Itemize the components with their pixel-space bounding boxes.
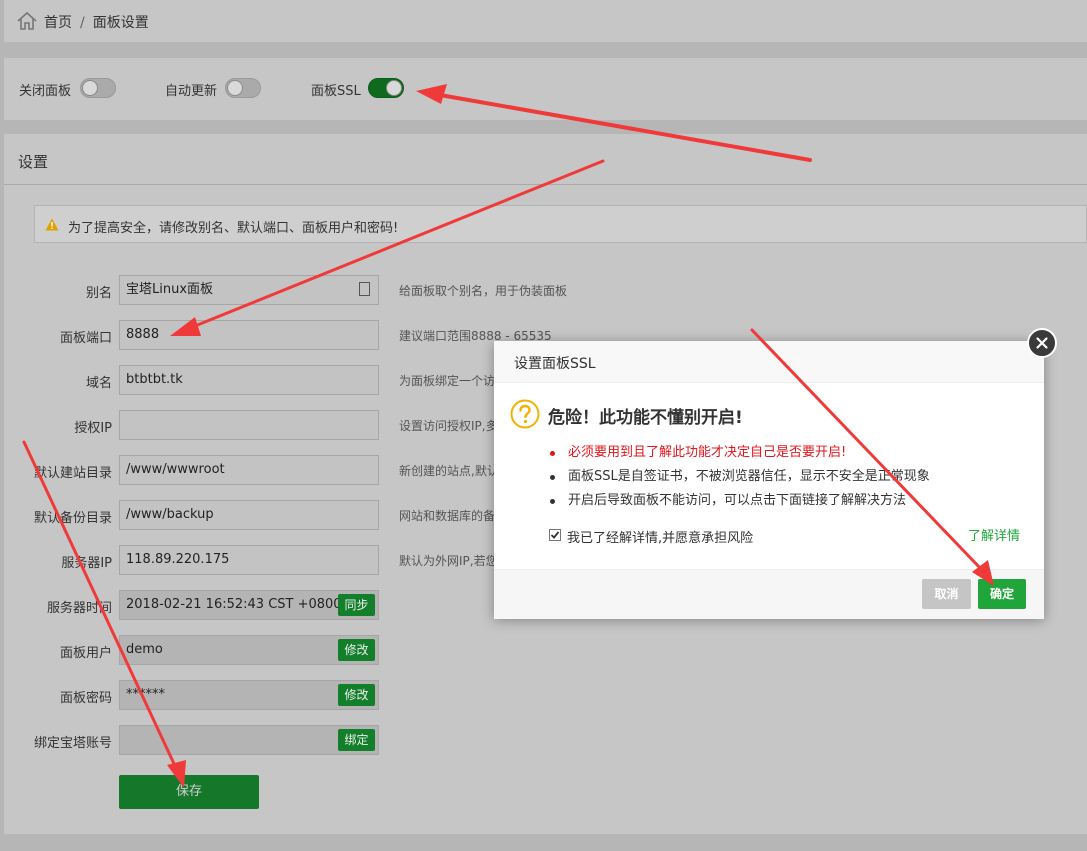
security-notice: 为了提高安全，请修改别名、默认端口、面板用户和密码! xyxy=(34,205,1087,243)
switch-knob xyxy=(82,80,98,96)
field-hint: 设置访问授权IP,多 xyxy=(399,419,498,433)
alias-input[interactable]: 宝塔Linux面板 xyxy=(119,275,379,305)
field-label: 别名 xyxy=(85,286,112,301)
sync-time-button[interactable]: 同步 xyxy=(338,594,375,616)
field-label: 域名 xyxy=(85,376,112,391)
field-hint: 给面板取个别名，用于伪装面板 xyxy=(399,284,568,298)
bind-account-button[interactable]: 绑定 xyxy=(338,729,375,751)
list-item: 开启后导致面板不能访问，可以点击下面链接了解解决方法 xyxy=(546,489,930,513)
checkmark-icon xyxy=(550,531,560,539)
field-label: 授权IP xyxy=(74,421,112,436)
site-dir-input[interactable]: /www/wwwroot xyxy=(119,455,379,485)
save-button[interactable]: 保存 xyxy=(119,775,259,809)
field-row-alias: 别名 宝塔Linux面板 给面板取个别名，用于伪装面板 xyxy=(4,275,1087,305)
question-icon xyxy=(510,399,540,429)
field-label: 服务器时间 xyxy=(46,601,112,616)
toggle-label-close-panel: 关闭面板 xyxy=(19,84,72,99)
toggle-bar: 关闭面板 自动更新 面板SSL xyxy=(4,58,1087,120)
field-hint: 新创建的站点,默认 xyxy=(399,464,499,478)
field-row-panel-user: 面板用户 demo 修改 xyxy=(4,635,1087,665)
server-ip-input[interactable]: 118.89.220.175 xyxy=(119,545,379,575)
breadcrumb-separator: / xyxy=(80,15,85,31)
breadcrumb-trail: 首页 / 面板设置 xyxy=(44,12,149,32)
field-label: 面板端口 xyxy=(59,331,112,346)
field-hint: 默认为外网IP,若您 xyxy=(399,554,498,568)
warning-list: 必须要用到且了解此功能才决定自己是否要开启! 面板SSL是自签证书，不被浏览器信… xyxy=(546,441,930,513)
agree-checkbox-label[interactable]: 我已了经解详情,并愿意承担风险 xyxy=(567,527,753,546)
cancel-button[interactable]: 取消 xyxy=(922,579,971,609)
home-icon[interactable] xyxy=(16,10,38,32)
auth-ip-input[interactable] xyxy=(119,410,379,440)
backup-dir-input[interactable]: /www/backup xyxy=(119,500,379,530)
divider xyxy=(4,184,1087,185)
list-item: 必须要用到且了解此功能才决定自己是否要开启! xyxy=(546,441,930,465)
field-label: 默认建站目录 xyxy=(33,466,112,481)
agree-checkbox[interactable] xyxy=(549,529,561,541)
toggle-panel-ssl[interactable] xyxy=(368,78,404,98)
port-input[interactable]: 8888 xyxy=(119,320,379,350)
toggle-auto-update[interactable] xyxy=(225,78,261,98)
breadcrumb: 首页 / 面板设置 xyxy=(4,0,1087,42)
field-label: 默认备份目录 xyxy=(33,511,112,526)
domain-input[interactable]: btbtbt.tk xyxy=(119,365,379,395)
dialog-header: 设置面板SSL xyxy=(494,341,1044,383)
toggle-close-panel[interactable] xyxy=(80,78,116,98)
toggle-label-auto-update: 自动更新 xyxy=(165,84,218,99)
dialog-footer: 取消 确定 xyxy=(494,569,1044,619)
edit-user-button[interactable]: 修改 xyxy=(338,639,375,661)
breadcrumb-current: 面板设置 xyxy=(92,15,149,31)
warning-icon xyxy=(45,218,59,231)
field-hint: 网站和数据库的备 xyxy=(399,509,496,523)
breadcrumb-home[interactable]: 首页 xyxy=(44,15,72,31)
dialog-title: 设置面板SSL xyxy=(514,356,596,372)
picker-icon[interactable] xyxy=(359,282,370,296)
field-label: 绑定宝塔账号 xyxy=(33,736,112,751)
list-item: 面板SSL是自签证书，不被浏览器信任，显示不安全是正常现象 xyxy=(546,465,930,489)
toggle-label-panel-ssl: 面板SSL xyxy=(311,84,361,99)
switch-knob xyxy=(386,80,402,96)
field-label: 面板用户 xyxy=(59,646,112,661)
field-row-panel-password: 面板密码 ****** 修改 xyxy=(4,680,1087,710)
ssl-dialog: 设置面板SSL 危险！此功能不懂别开启! 必须要用到且了解此功能才决定自己是否要… xyxy=(494,328,1057,619)
field-hint: 为面板绑定一个访 xyxy=(399,374,496,388)
close-icon[interactable] xyxy=(1027,328,1057,358)
field-label: 服务器IP xyxy=(61,556,112,571)
field-row-bind-account: 绑定宝塔账号 绑定 xyxy=(4,725,1087,755)
notice-text: 为了提高安全，请修改别名、默认端口、面板用户和密码! xyxy=(68,221,399,236)
confirm-button[interactable]: 确定 xyxy=(978,579,1026,609)
settings-title: 设置 xyxy=(18,153,49,171)
field-label: 面板密码 xyxy=(59,691,112,706)
learn-more-link[interactable]: 了解详情 xyxy=(968,525,1020,544)
switch-knob xyxy=(227,80,243,96)
danger-heading: 危险！此功能不懂别开启! xyxy=(548,408,743,428)
edit-password-button[interactable]: 修改 xyxy=(338,684,375,706)
